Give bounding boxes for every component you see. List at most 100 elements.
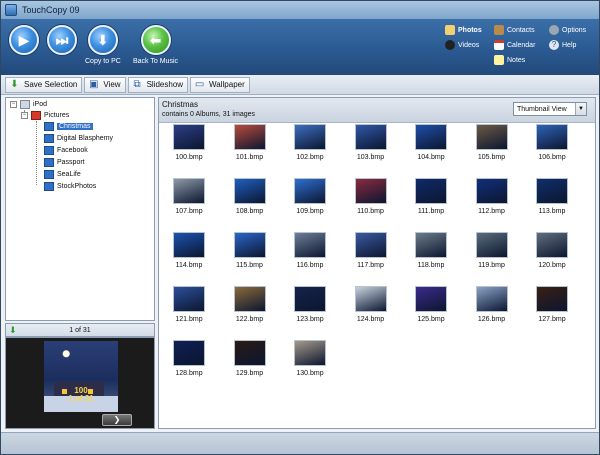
thumbnail-item[interactable]: 117.bmp [341,232,401,277]
chevron-right-icon: ❯ [113,415,121,424]
thumbnail-item[interactable]: 109.bmp [280,178,340,223]
thumbnail-filename: 115.bmp [236,262,263,269]
thumbnail-item[interactable]: 121.bmp [159,286,219,331]
thumbnail-item[interactable]: 124.bmp [341,286,401,331]
tree-item-facebook[interactable]: Facebook [44,145,88,156]
tree-item-pictures[interactable]: Pictures [31,110,69,121]
next-track-button[interactable]: ⏭ [47,25,77,55]
thumbnail-filename: 106.bmp [538,154,566,161]
slideshow-button[interactable]: ⧉ Slideshow [127,76,189,93]
title-bar: TouchCopy 09 [1,1,599,19]
next-image-button[interactable]: ❯ [102,414,132,426]
menu-contacts[interactable]: Contacts [494,25,535,35]
menu-notes[interactable]: Notes [494,55,525,65]
thumbnail-item[interactable]: 122.bmp [220,286,280,331]
menu-help-label: Help [562,41,577,49]
menu-options[interactable]: Options [549,25,586,35]
thumbnail-item[interactable]: 119.bmp [462,232,522,277]
save-arrow-icon: ⬇ [10,79,19,90]
tree-item-christmas[interactable]: Christmas [44,121,93,132]
thumbnail-item[interactable]: 111.bmp [401,178,461,223]
thumbnail-item[interactable]: 110.bmp [341,178,401,223]
thumbnail-item[interactable]: 114.bmp [159,232,219,277]
view-icon: ▣ [89,79,99,90]
tree-item-digital-blasphemy[interactable]: Digital Blasphemy [44,133,113,144]
folder-title: Christmas [162,100,199,109]
thumbnail-item[interactable]: 116.bmp [280,232,340,277]
thumbnail-image [294,124,326,150]
thumbnail-item[interactable]: 102.bmp [280,124,340,169]
copy-to-pc-label: Copy to PC [85,58,121,65]
preview-caption: 100 1 of 31 [44,387,118,403]
menu-calendar-label: Calendar [507,41,536,49]
tree-item-stockphotos[interactable]: StockPhotos [44,181,96,192]
thumbnail-image [354,286,387,312]
menu-videos[interactable]: Videos [445,40,479,50]
thumbnail-image [475,178,508,204]
view-mode-value: Thumbnail View [517,105,567,113]
menu-calendar[interactable]: Calendar [494,40,535,50]
thumbnail-filename: 112.bmp [478,208,505,215]
menu-photos[interactable]: Photos [445,25,482,35]
folder-info: contains 0 Albums, 31 images [162,111,255,118]
back-arrow-icon: ⬅ [140,25,171,55]
toolbar: ⬇ Save Selection ▣ View ⧉ Slideshow ▭ Wa… [1,75,599,95]
thumbnail-item[interactable]: 127.bmp [522,286,582,331]
thumbnail-filename: 102.bmp [296,154,324,161]
thumbnail-item[interactable]: 100.bmp [159,124,219,169]
thumbnail-item[interactable]: 120.bmp [522,232,582,277]
thumbnail-filename: 121.bmp [175,316,203,323]
thumbnail-item[interactable]: 103.bmp [341,124,401,169]
thumbnail-item[interactable]: 118.bmp [401,232,461,277]
thumbnail-filename: 129.bmp [235,370,264,377]
save-preview-icon[interactable]: ⬇ [9,325,21,336]
thumbnail-item[interactable]: 112.bmp [462,178,522,223]
thumbnail-image [536,286,568,312]
thumbnail-item[interactable]: 108.bmp [220,178,280,223]
collapse-pictures-icon[interactable]: − [21,112,28,119]
menu-videos-label: Videos [458,41,480,49]
view-mode-select[interactable]: Thumbnail View ▼ [513,102,587,116]
thumbnail-item[interactable]: 129.bmp [220,340,280,385]
thumbnail-filename: 124.bmp [356,316,385,323]
thumbnail-image [173,340,205,366]
header-band: ▶ ⏭ ⬇ Copy to PC ⬅ Back To Music Photos … [1,19,599,75]
thumbnail-item[interactable]: 101.bmp [220,124,280,169]
thumbnail-item[interactable]: 115.bmp [220,232,280,277]
thumbnail-item[interactable]: 107.bmp [159,178,219,223]
save-selection-button[interactable]: ⬇ Save Selection [5,76,83,93]
view-label: View [103,80,121,89]
tree-item-passport[interactable]: Passport [44,157,85,168]
tree-item-sealife[interactable]: SeaLife [44,169,81,180]
tree-connector [36,121,37,185]
thumbnail-image [475,124,508,150]
thumbnail-item[interactable]: 105.bmp [462,124,522,169]
menu-help[interactable]: ? Help [549,40,576,50]
view-button[interactable]: ▣ View [84,76,126,93]
thumbnail-image [294,178,326,204]
back-to-music-button[interactable]: ⬅ Back To Music [133,25,178,65]
thumbnail-filename: 128.bmp [175,370,203,377]
thumbnail-item[interactable]: 126.bmp [462,286,522,331]
thumbnail-item[interactable]: 106.bmp [522,124,582,169]
thumbnail-item[interactable]: 123.bmp [280,286,340,331]
copy-to-pc-button[interactable]: ⬇ Copy to PC [85,25,121,65]
thumbnail-item[interactable]: 130.bmp [280,340,340,385]
thumbnail-image [354,124,387,150]
thumbnail-filename: 118.bmp [417,262,445,269]
photos-icon [445,25,455,35]
thumbnail-item[interactable]: 125.bmp [401,286,461,331]
thumbnail-panel-header: Christmas contains 0 Albums, 31 images T… [159,98,595,123]
thumbnail-item[interactable]: 113.bmp [522,178,582,223]
chevron-down-icon: ▼ [575,103,586,115]
tree-item-ipod[interactable]: iPod [20,99,47,110]
window-title: TouchCopy 09 [22,5,80,15]
thumbnail-item[interactable]: 128.bmp [159,340,219,385]
collapse-root-icon[interactable]: − [10,101,17,108]
tree-item-facebook-label: Facebook [57,147,88,154]
app-icon [5,4,17,16]
play-button[interactable]: ▶ [9,25,39,55]
wallpaper-button[interactable]: ▭ Wallpaper [190,76,250,93]
thumbnail-item[interactable]: 104.bmp [401,124,461,169]
thumbnail-image [475,232,508,258]
